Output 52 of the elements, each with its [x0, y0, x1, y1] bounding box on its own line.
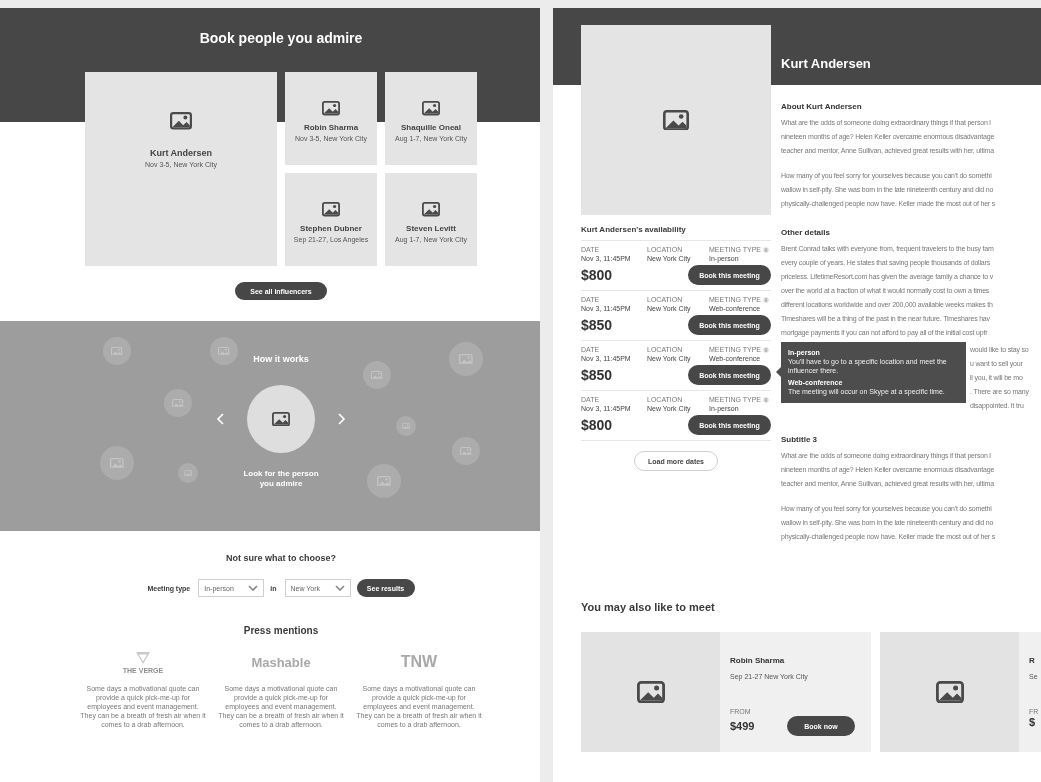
availability-title: Kurt Andersen's availability	[581, 225, 771, 241]
section-title: You may also like to meet	[581, 601, 716, 613]
image-icon	[402, 422, 410, 430]
image-icon	[172, 398, 184, 408]
image-icon	[422, 202, 440, 217]
image-icon	[371, 370, 383, 380]
section-title: Press mentions	[243, 625, 319, 636]
influencer-name: Stephen Dubner	[300, 223, 362, 233]
image-icon	[459, 353, 473, 365]
image-icon	[110, 457, 124, 469]
section-title: Book people you admire	[199, 30, 363, 48]
press-logo: Mashable	[251, 654, 311, 670]
image-icon	[422, 101, 440, 116]
triangle-logo-icon	[135, 650, 151, 665]
info-icon[interactable]	[763, 296, 769, 303]
image-icon	[636, 680, 665, 704]
image-icon	[170, 112, 192, 130]
section-heading: About Kurt Andersen	[781, 102, 863, 111]
info-icon[interactable]	[763, 246, 769, 253]
chevron-down-icon	[248, 583, 259, 593]
image-icon	[218, 346, 230, 356]
suggestion-price: $	[1029, 716, 1036, 728]
chevron-down-icon	[334, 583, 345, 593]
step-caption: Look for the person you admire	[243, 469, 319, 489]
image-icon	[184, 469, 192, 477]
suggestion-name: R	[1029, 656, 1036, 665]
slot-price: $800	[581, 267, 613, 283]
influencer-name: Robin Sharma	[303, 122, 359, 132]
info-icon[interactable]	[763, 396, 769, 403]
info-icon[interactable]	[763, 346, 769, 353]
section-heading: Other details	[781, 228, 831, 237]
influencer-name: Steven Levitt	[406, 223, 456, 233]
suggestion-name: Robin Sharma	[730, 656, 786, 665]
image-icon	[322, 202, 340, 217]
suggestion-price: $499	[730, 720, 755, 732]
section-title: Not sure what to choose?	[226, 553, 336, 563]
slot-price: $850	[581, 317, 613, 333]
image-icon	[935, 680, 964, 704]
slot-price: $850	[581, 367, 613, 383]
section-heading: Subtitle 3	[781, 435, 818, 444]
image-icon	[460, 446, 472, 456]
slot-price: $800	[581, 417, 613, 433]
image-icon	[322, 101, 340, 116]
image-icon	[111, 346, 123, 356]
image-icon	[663, 109, 689, 131]
influencer-name: Shaquille Oneal	[401, 122, 461, 132]
profile-name: Kurt Andersen	[781, 56, 871, 71]
press-logo: TNW	[400, 653, 438, 671]
influencer-name: Kurt Andersen	[149, 147, 213, 158]
image-icon	[272, 411, 290, 427]
image-icon	[377, 475, 391, 487]
section-title: How it works	[253, 354, 309, 364]
